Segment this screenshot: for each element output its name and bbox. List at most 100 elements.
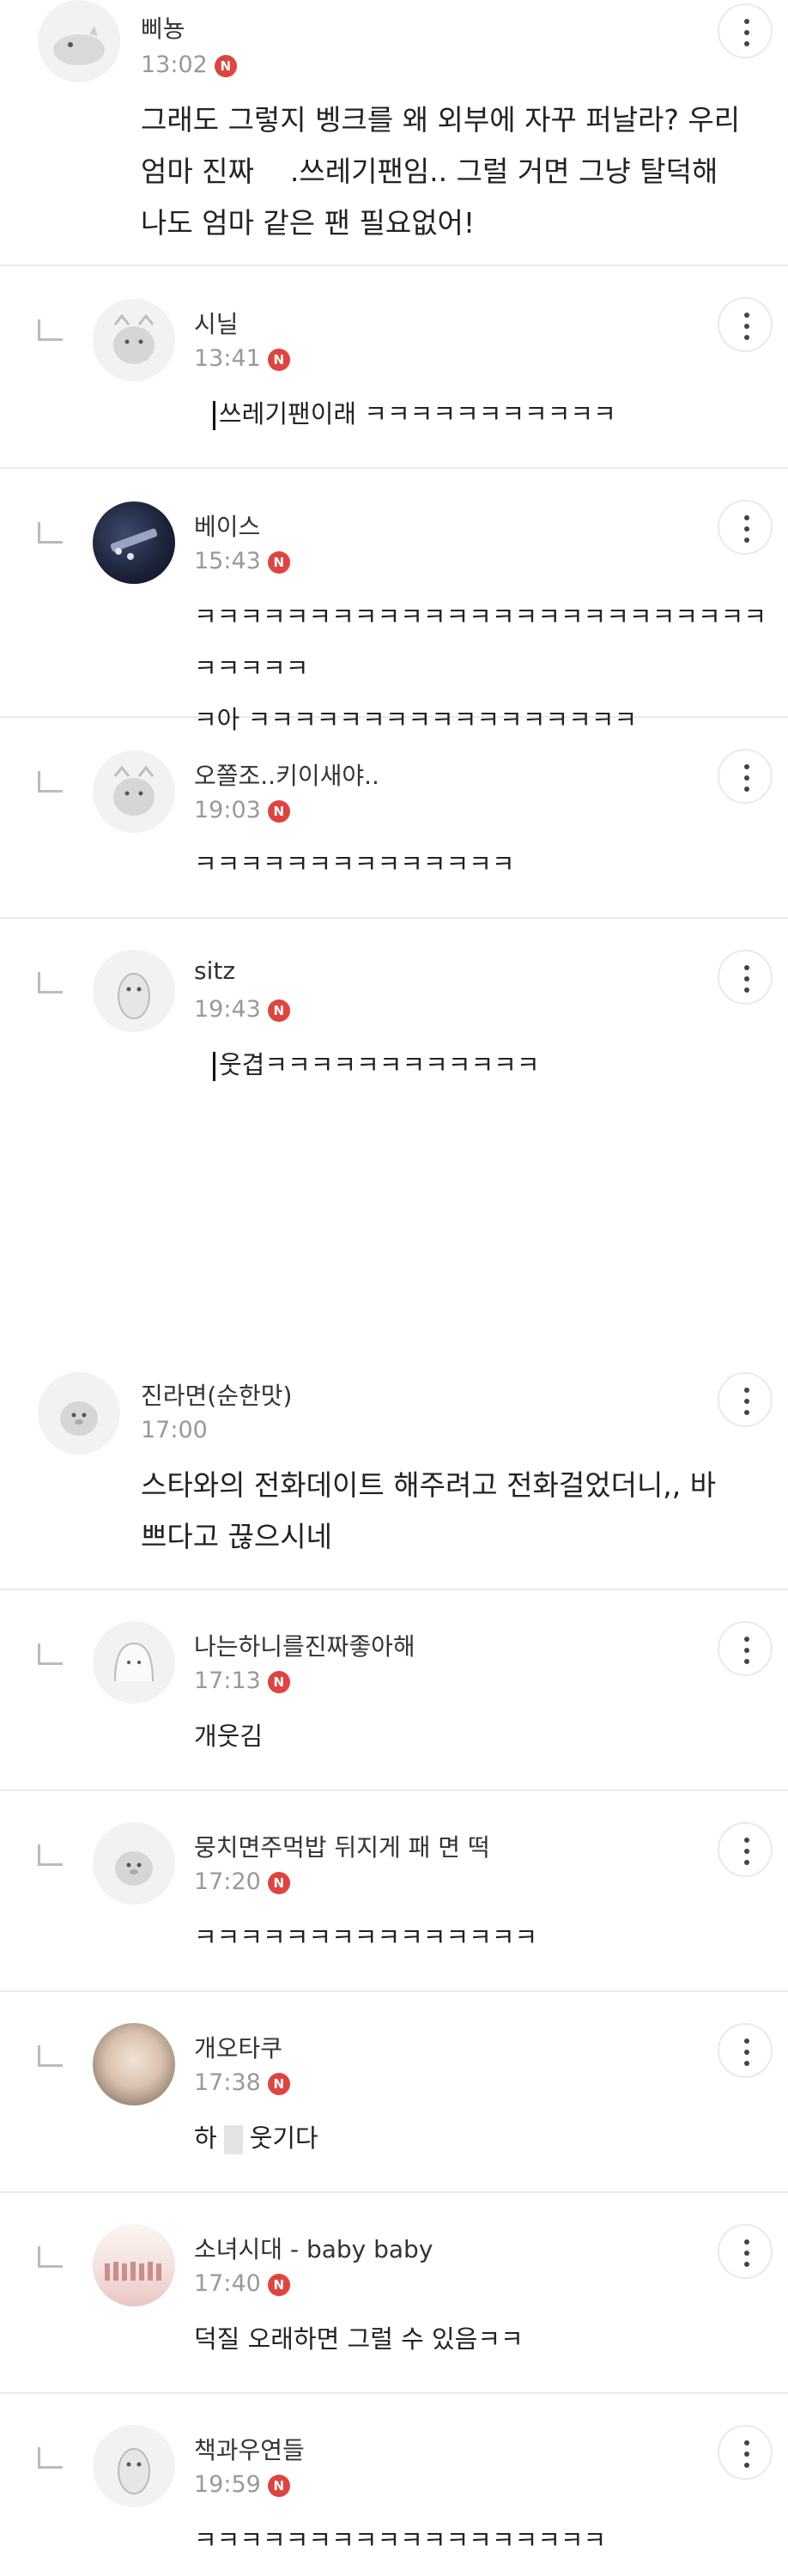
comment-text: 하 웃기다 — [194, 2112, 318, 2164]
duck-avatar-icon[interactable] — [93, 1822, 175, 1905]
comment-text: 웃겹ㅋㅋㅋㅋㅋㅋㅋㅋㅋㅋㅋㅋ — [213, 1039, 540, 1091]
comment-text: 스타와의 전화데이트 해주려고 전화걸었더니,, 바 쁘다고 끊으시네 — [141, 1468, 717, 1553]
new-badge: N — [267, 2474, 290, 2497]
comment-text: ㅋㅋㅋㅋㅋㅋㅋㅋㅋㅋㅋㅋㅋㅋㅋㅋㅋㅋ — [194, 2525, 607, 2555]
comment-time: 17:38 N — [194, 2069, 290, 2096]
reply-arrow-icon — [38, 972, 63, 993]
reply-arrow-icon — [38, 522, 63, 544]
reply-item: 개오타쿠 17:38 N 하 웃기다 — [0, 1992, 788, 2193]
comment-item: 진라면(순한맛) 17:00 스타와의 전화데이트 해주려고 전화걸었더니,, … — [0, 1348, 788, 1590]
comment-time: 17:40 N — [194, 2270, 290, 2297]
redacted-block — [223, 2125, 243, 2154]
comment-author[interactable]: 오쫄조..키이새야.. — [194, 757, 379, 792]
time-label: 13:41 — [194, 345, 261, 372]
time-label: 19:43 — [194, 996, 261, 1023]
comment-time: 19:43 N — [194, 996, 290, 1023]
comment-text: 그래도 그렇지 벵크를 왜 외부에 자꾸 퍼날라? 우리 엄마 진짜 .쓰레기팬… — [141, 103, 741, 240]
comment-author[interactable]: 베이스 — [194, 508, 260, 543]
reply-arrow-icon — [38, 2045, 63, 2067]
penguin-avatar-icon[interactable] — [93, 2425, 175, 2507]
new-badge: N — [267, 999, 290, 1022]
reply-item: sitz 19:43 N 웃겹ㅋㅋㅋㅋㅋㅋㅋㅋㅋㅋㅋㅋ — [0, 919, 788, 1348]
comment-time: 19:59 N — [194, 2471, 290, 2498]
comment-text: 덕질 오래하면 그럴 수 있음ㅋㅋ — [194, 2324, 524, 2354]
comment-time: 15:43 N — [194, 548, 290, 574]
comment-time: 17:13 N — [194, 1668, 290, 1694]
duck-avatar-icon[interactable] — [38, 1372, 120, 1455]
more-options-button[interactable] — [718, 297, 773, 352]
text-cursor — [213, 401, 215, 430]
comment-text: ㅋㅋㅋㅋㅋㅋㅋㅋㅋㅋㅋㅋㅋㅋ — [194, 849, 515, 878]
comment-time: 19:03 N — [194, 797, 290, 823]
time-label: 19:59 — [194, 2471, 261, 2498]
penguin-avatar-icon[interactable] — [93, 950, 175, 1032]
time-label: 17:13 — [194, 1668, 261, 1694]
time-label: 17:40 — [194, 2270, 261, 2297]
comment-time: 13:41 N — [194, 345, 290, 372]
new-badge: N — [267, 348, 290, 371]
comment-text-body: 웃겹ㅋㅋㅋㅋㅋㅋㅋㅋㅋㅋㅋㅋ — [219, 1050, 540, 1079]
bass-guitar-avatar-icon[interactable] — [93, 501, 175, 584]
time-label: 17:00 — [141, 1417, 208, 1443]
reply-arrow-icon — [38, 319, 63, 341]
time-label: 19:03 — [194, 797, 261, 823]
comment-item: 삐뇽 13:02 N 그래도 그렇지 벵크를 왜 외부에 자꾸 퍼날라? 우리 엄… — [0, 0, 788, 266]
more-options-button[interactable] — [718, 3, 773, 58]
more-options-button[interactable] — [718, 2224, 773, 2279]
reply-item: 시닐 13:41 N 쓰레기팬이래 ㅋㅋㅋㅋㅋㅋㅋㅋㅋㅋㅋ — [0, 266, 788, 469]
comment-author[interactable]: 책과우연들 — [194, 2432, 305, 2466]
cat-avatar-icon[interactable] — [93, 299, 175, 381]
reply-arrow-icon — [38, 1643, 63, 1665]
more-options-button[interactable] — [718, 2023, 773, 2078]
text-cursor — [213, 1052, 215, 1081]
photo-avatar-icon[interactable] — [93, 2023, 175, 2105]
group-photo-avatar-icon[interactable] — [93, 2224, 175, 2306]
ghost-avatar-icon[interactable] — [93, 1621, 175, 1704]
reply-arrow-icon — [38, 2447, 63, 2469]
comment-author[interactable]: 시닐 — [194, 306, 239, 340]
time-label: 17:20 — [194, 1868, 261, 1895]
more-options-button[interactable] — [718, 500, 773, 555]
new-badge: N — [267, 799, 290, 823]
comment-author[interactable]: sitz — [194, 957, 235, 985]
comment-time: 13:02 N — [141, 52, 237, 78]
reply-item: 나는하니를진짜좋아해 17:13 N 개웃김 — [0, 1590, 788, 1791]
reply-item: 오쫄조..키이새야.. 19:03 N ㅋㅋㅋㅋㅋㅋㅋㅋㅋㅋㅋㅋㅋㅋ — [0, 718, 788, 919]
comment-time: 17:20 N — [194, 1868, 290, 1895]
new-badge: N — [267, 1871, 290, 1894]
comment-text: 쓰레기팬이래 ㅋㅋㅋㅋㅋㅋㅋㅋㅋㅋㅋ — [213, 388, 616, 440]
comment-author[interactable]: 소녀시대 - baby baby — [194, 2231, 433, 2265]
reply-item: 베이스 15:43 N ㅋㅋㅋㅋㅋㅋㅋㅋㅋㅋㅋㅋㅋㅋㅋㅋㅋㅋㅋㅋㅋㅋㅋㅋㅋㅋㅋㅋㅋ… — [0, 469, 788, 734]
comment-author[interactable]: 개오타쿠 — [194, 2030, 282, 2064]
reply-arrow-icon — [38, 771, 63, 793]
reply-arrow-icon — [38, 1844, 63, 1866]
comment-time: 17:00 — [141, 1417, 208, 1443]
reply-item: 책과우연들 19:59 N ㅋㅋㅋㅋㅋㅋㅋㅋㅋㅋㅋㅋㅋㅋㅋㅋㅋㅋ — [0, 2394, 788, 2576]
reply-item: 뭉치면주먹밥 뒤지게 패 면 떡 17:20 N ㅋㅋㅋㅋㅋㅋㅋㅋㅋㅋㅋㅋㅋㅋㅋ — [0, 1791, 788, 1992]
more-options-button[interactable] — [718, 1822, 773, 1877]
comment-text-body: 쓰레기팬이래 ㅋㅋㅋㅋㅋㅋㅋㅋㅋㅋㅋ — [219, 399, 616, 428]
comment-author[interactable]: 삐뇽 — [141, 10, 185, 45]
more-options-button[interactable] — [718, 1621, 773, 1676]
reply-arrow-icon — [38, 2246, 63, 2268]
reply-item: 소녀시대 - baby baby 17:40 N 덕질 오래하면 그럴 수 있음ㅋ… — [0, 2193, 788, 2394]
comment-author[interactable]: 뭉치면주먹밥 뒤지게 패 면 떡 — [194, 1829, 490, 1863]
more-options-button[interactable] — [718, 950, 773, 1005]
time-label: 17:38 — [194, 2069, 261, 2096]
new-badge: N — [267, 550, 290, 574]
comment-text: 개웃김 — [194, 1722, 264, 1751]
new-badge: N — [267, 1670, 290, 1693]
comment-author[interactable]: 나는하니를진짜좋아해 — [194, 1628, 415, 1662]
new-badge: N — [214, 54, 237, 77]
dinosaur-avatar-icon[interactable] — [38, 0, 120, 82]
more-options-button[interactable] — [718, 1372, 773, 1427]
time-label: 13:02 — [141, 52, 208, 78]
comment-text-prefix: 하 — [194, 2123, 217, 2153]
more-options-button[interactable] — [718, 749, 773, 804]
more-options-button[interactable] — [718, 2425, 773, 2480]
comment-author[interactable]: 진라면(순한맛) — [141, 1377, 292, 1412]
comment-text: ㅋㅋㅋㅋㅋㅋㅋㅋㅋㅋㅋㅋㅋㅋㅋ — [194, 1923, 538, 1952]
new-badge: N — [267, 2072, 290, 2095]
cat-avatar-icon[interactable] — [93, 750, 175, 833]
time-label: 15:43 — [194, 548, 261, 574]
